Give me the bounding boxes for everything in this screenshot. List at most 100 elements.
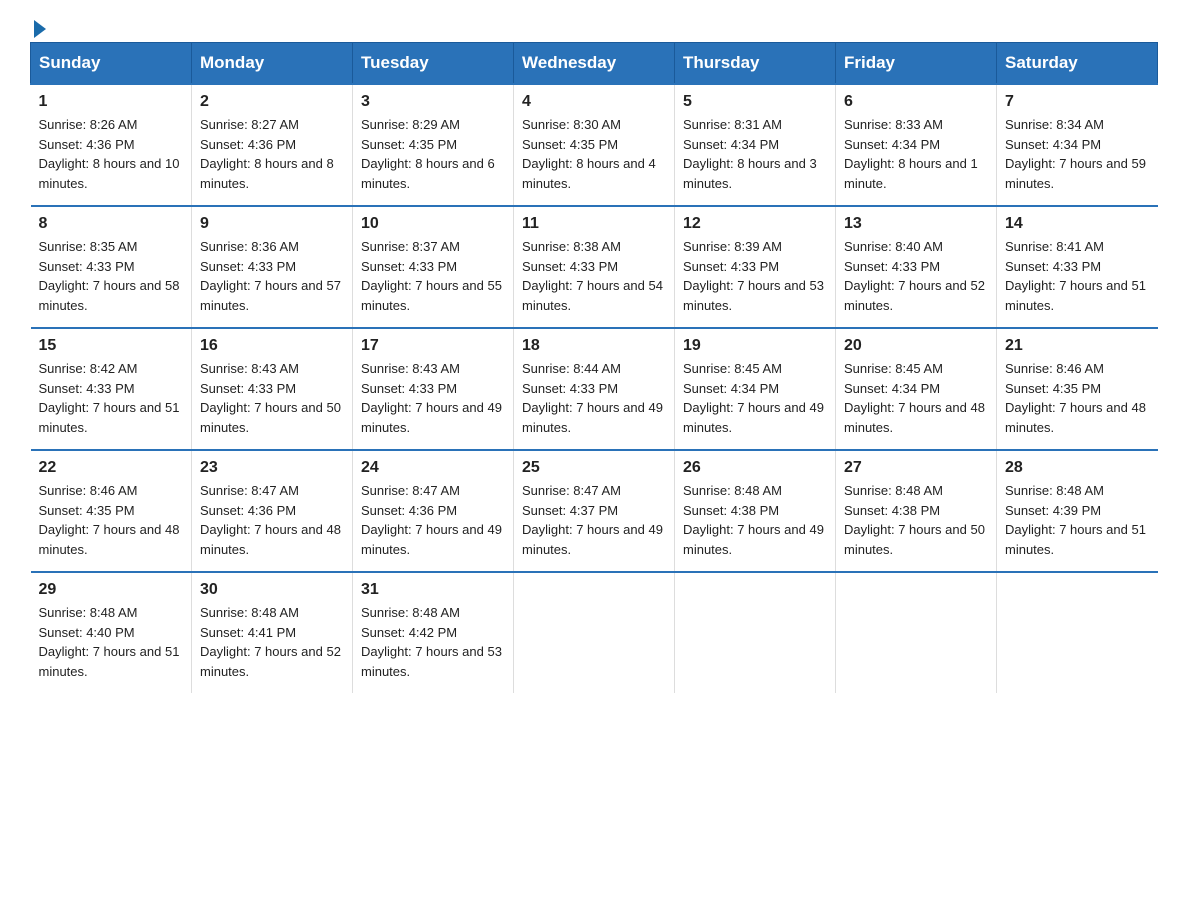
day-number: 31 [361,581,505,599]
day-info: Sunrise: 8:47 AMSunset: 4:36 PMDaylight:… [200,481,344,559]
day-number: 7 [1005,93,1150,111]
day-header-friday: Friday [836,43,997,85]
day-number: 30 [200,581,344,599]
calendar-cell: 11 Sunrise: 8:38 AMSunset: 4:33 PMDayligh… [514,206,675,328]
calendar-cell: 9 Sunrise: 8:36 AMSunset: 4:33 PMDaylight… [192,206,353,328]
day-info: Sunrise: 8:48 AMSunset: 4:38 PMDaylight:… [844,481,988,559]
day-number: 21 [1005,337,1150,355]
day-info: Sunrise: 8:48 AMSunset: 4:40 PMDaylight:… [39,603,184,681]
calendar-week-5: 29 Sunrise: 8:48 AMSunset: 4:40 PMDayligh… [31,572,1158,693]
calendar-week-2: 8 Sunrise: 8:35 AMSunset: 4:33 PMDaylight… [31,206,1158,328]
day-number: 14 [1005,215,1150,233]
calendar-cell: 6Sunrise: 8:33 AMSunset: 4:34 PMDaylight… [836,84,997,206]
day-info: Sunrise: 8:47 AMSunset: 4:36 PMDaylight:… [361,481,505,559]
logo-arrow-icon [34,20,46,38]
day-info: Sunrise: 8:43 AMSunset: 4:33 PMDaylight:… [200,359,344,437]
logo-general [30,20,46,38]
calendar-cell: 26Sunrise: 8:48 AMSunset: 4:38 PMDayligh… [675,450,836,572]
calendar-cell [836,572,997,693]
day-number: 11 [522,215,666,233]
day-number: 4 [522,93,666,111]
day-info: Sunrise: 8:34 AMSunset: 4:34 PMDaylight:… [1005,115,1150,193]
calendar-cell [514,572,675,693]
day-header-wednesday: Wednesday [514,43,675,85]
calendar-cell: 4Sunrise: 8:30 AMSunset: 4:35 PMDaylight… [514,84,675,206]
day-info: Sunrise: 8:41 AMSunset: 4:33 PMDaylight:… [1005,237,1150,315]
day-info: Sunrise: 8:45 AMSunset: 4:34 PMDaylight:… [683,359,827,437]
calendar-cell: 10 Sunrise: 8:37 AMSunset: 4:33 PMDayligh… [353,206,514,328]
day-number: 24 [361,459,505,477]
day-number: 9 [200,215,344,233]
calendar-cell [997,572,1158,693]
day-number: 3 [361,93,505,111]
day-number: 27 [844,459,988,477]
day-number: 23 [200,459,344,477]
calendar-cell: 8 Sunrise: 8:35 AMSunset: 4:33 PMDaylight… [31,206,192,328]
day-number: 25 [522,459,666,477]
day-number: 2 [200,93,344,111]
day-info: Sunrise: 8:36 AMSunset: 4:33 PMDaylight:… [200,237,344,315]
day-header-sunday: Sunday [31,43,192,85]
day-number: 26 [683,459,827,477]
calendar-cell: 14 Sunrise: 8:41 AMSunset: 4:33 PMDayligh… [997,206,1158,328]
day-info: Sunrise: 8:31 AMSunset: 4:34 PMDaylight:… [683,115,827,193]
calendar-cell: 21 Sunrise: 8:46 AMSunset: 4:35 PMDayligh… [997,328,1158,450]
calendar-table: SundayMondayTuesdayWednesdayThursdayFrid… [30,42,1158,693]
calendar-cell: 22 Sunrise: 8:46 AMSunset: 4:35 PMDayligh… [31,450,192,572]
calendar-cell [675,572,836,693]
calendar-week-3: 15Sunrise: 8:42 AMSunset: 4:33 PMDayligh… [31,328,1158,450]
day-number: 5 [683,93,827,111]
day-info: Sunrise: 8:48 AMSunset: 4:41 PMDaylight:… [200,603,344,681]
calendar-cell: 24 Sunrise: 8:47 AMSunset: 4:36 PMDayligh… [353,450,514,572]
day-info: Sunrise: 8:46 AMSunset: 4:35 PMDaylight:… [1005,359,1150,437]
day-info: Sunrise: 8:43 AMSunset: 4:33 PMDaylight:… [361,359,505,437]
logo [30,20,46,32]
calendar-week-1: 1Sunrise: 8:26 AMSunset: 4:36 PMDaylight… [31,84,1158,206]
day-number: 16 [200,337,344,355]
day-info: Sunrise: 8:35 AMSunset: 4:33 PMDaylight:… [39,237,184,315]
day-header-saturday: Saturday [997,43,1158,85]
day-info: Sunrise: 8:46 AMSunset: 4:35 PMDaylight:… [39,481,184,559]
page-header [30,20,1158,32]
calendar-cell: 19 Sunrise: 8:45 AMSunset: 4:34 PMDayligh… [675,328,836,450]
calendar-cell: 12 Sunrise: 8:39 AMSunset: 4:33 PMDayligh… [675,206,836,328]
day-number: 10 [361,215,505,233]
calendar-header: SundayMondayTuesdayWednesdayThursdayFrid… [31,43,1158,85]
day-info: Sunrise: 8:27 AMSunset: 4:36 PMDaylight:… [200,115,344,193]
calendar-cell: 30 Sunrise: 8:48 AMSunset: 4:41 PMDayligh… [192,572,353,693]
calendar-cell: 5 Sunrise: 8:31 AMSunset: 4:34 PMDaylight… [675,84,836,206]
day-header-tuesday: Tuesday [353,43,514,85]
day-info: Sunrise: 8:48 AMSunset: 4:39 PMDaylight:… [1005,481,1150,559]
day-number: 28 [1005,459,1150,477]
calendar-week-4: 22 Sunrise: 8:46 AMSunset: 4:35 PMDayligh… [31,450,1158,572]
day-number: 19 [683,337,827,355]
day-info: Sunrise: 8:33 AMSunset: 4:34 PMDaylight:… [844,115,988,193]
day-info: Sunrise: 8:38 AMSunset: 4:33 PMDaylight:… [522,237,666,315]
calendar-cell: 27 Sunrise: 8:48 AMSunset: 4:38 PMDayligh… [836,450,997,572]
calendar-cell: 16 Sunrise: 8:43 AMSunset: 4:33 PMDayligh… [192,328,353,450]
day-info: Sunrise: 8:26 AMSunset: 4:36 PMDaylight:… [39,115,184,193]
day-info: Sunrise: 8:48 AMSunset: 4:42 PMDaylight:… [361,603,505,681]
day-number: 12 [683,215,827,233]
calendar-cell: 7 Sunrise: 8:34 AMSunset: 4:34 PMDaylight… [997,84,1158,206]
calendar-cell: 29 Sunrise: 8:48 AMSunset: 4:40 PMDayligh… [31,572,192,693]
day-number: 29 [39,581,184,599]
day-number: 8 [39,215,184,233]
calendar-cell: 1Sunrise: 8:26 AMSunset: 4:36 PMDaylight… [31,84,192,206]
day-info: Sunrise: 8:47 AMSunset: 4:37 PMDaylight:… [522,481,666,559]
day-header-row: SundayMondayTuesdayWednesdayThursdayFrid… [31,43,1158,85]
day-number: 17 [361,337,505,355]
calendar-cell: 17 Sunrise: 8:43 AMSunset: 4:33 PMDayligh… [353,328,514,450]
day-info: Sunrise: 8:39 AMSunset: 4:33 PMDaylight:… [683,237,827,315]
day-header-monday: Monday [192,43,353,85]
day-info: Sunrise: 8:42 AMSunset: 4:33 PMDaylight:… [39,359,184,437]
calendar-body: 1Sunrise: 8:26 AMSunset: 4:36 PMDaylight… [31,84,1158,693]
day-number: 22 [39,459,184,477]
day-header-thursday: Thursday [675,43,836,85]
day-info: Sunrise: 8:40 AMSunset: 4:33 PMDaylight:… [844,237,988,315]
day-info: Sunrise: 8:37 AMSunset: 4:33 PMDaylight:… [361,237,505,315]
calendar-cell: 15Sunrise: 8:42 AMSunset: 4:33 PMDayligh… [31,328,192,450]
calendar-cell: 25 Sunrise: 8:47 AMSunset: 4:37 PMDayligh… [514,450,675,572]
calendar-cell: 3Sunrise: 8:29 AMSunset: 4:35 PMDaylight… [353,84,514,206]
calendar-cell: 13Sunrise: 8:40 AMSunset: 4:33 PMDayligh… [836,206,997,328]
